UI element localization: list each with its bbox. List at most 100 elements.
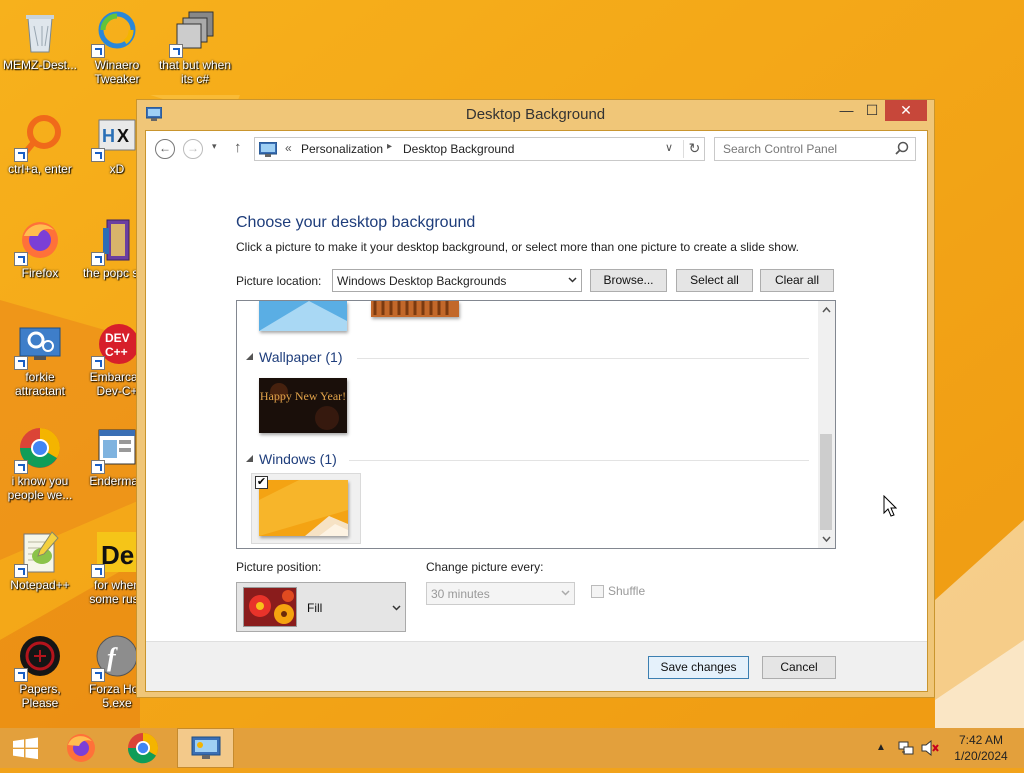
cancel-button[interactable]: Cancel: [762, 656, 836, 679]
wallpaper-thumbnail-happy-new-year[interactable]: Happy New Year!: [259, 378, 347, 433]
chrome-icon: [14, 424, 64, 474]
picture-position-label: Picture position:: [236, 560, 322, 574]
breadcrumb-desktop-background[interactable]: Desktop Background: [403, 142, 514, 156]
group-divider: [357, 358, 809, 359]
desktop-icon-papers-please[interactable]: Papers, Please: [2, 632, 78, 710]
desktop-icon-ctrl-a[interactable]: ctrl+a, enter: [2, 112, 78, 176]
minimize-button[interactable]: —: [834, 100, 859, 121]
position-preview-image: [243, 587, 297, 627]
chevron-down-icon: [561, 590, 570, 596]
desktop-icon-label: MEMZ-Dest...: [3, 58, 77, 72]
search-input[interactable]: Search Control Panel: [714, 137, 916, 161]
picture-position-select[interactable]: Fill: [236, 582, 406, 632]
group-title-windows[interactable]: Windows (1): [259, 451, 337, 467]
desktop-icon-notepadpp[interactable]: Notepad++: [2, 528, 78, 592]
taskbar-chrome[interactable]: [120, 728, 166, 768]
desktop-icon-forkie[interactable]: forkie attractant: [2, 320, 78, 398]
papers-please-icon: [14, 632, 64, 682]
save-changes-button[interactable]: Save changes: [648, 656, 749, 679]
desktop-background-window: Desktop Background — ☐ ✕ ← → ▾ ↑ « Perso…: [136, 99, 935, 698]
devcpp-icon: DEV C++: [91, 320, 141, 370]
breadcrumb-personalization[interactable]: Personalization: [301, 142, 383, 156]
desktop-icon-label: i know you people we...: [7, 474, 73, 502]
thumbnail-text: Happy New Year!: [259, 389, 347, 403]
group-collapse-icon[interactable]: [246, 455, 254, 463]
shortcut-arrow-icon: [91, 356, 105, 370]
firefox-icon: [14, 216, 64, 266]
scroll-thumb[interactable]: [820, 434, 832, 530]
taskbar-control-panel[interactable]: [177, 728, 234, 768]
wallpaper-thumbnail-partial[interactable]: [371, 301, 459, 317]
desktop-icon-label: Winaero Tweaker: [94, 58, 140, 86]
address-overflow-chevron[interactable]: «: [285, 141, 292, 155]
picture-position-value: Fill: [307, 601, 323, 615]
desktop-icon-firefox[interactable]: Firefox: [2, 216, 78, 280]
browse-button[interactable]: Browse...: [590, 269, 667, 292]
volume-muted-icon[interactable]: [921, 740, 939, 756]
change-interval-select[interactable]: 30 minutes: [426, 582, 575, 605]
shortcut-arrow-icon: [91, 148, 105, 162]
shortcut-arrow-icon: [14, 460, 28, 474]
hxd-icon: HX: [91, 112, 141, 162]
winrar-book-icon: [91, 216, 141, 266]
navigation-bar: ← → ▾ ↑ « Personalization ▸ Desktop Back…: [146, 131, 927, 167]
address-bar[interactable]: « Personalization ▸ Desktop Background ∨…: [254, 137, 705, 161]
window-app-icon: [91, 424, 141, 474]
start-button[interactable]: [0, 728, 50, 768]
desktop-icon-memz[interactable]: MEMZ-Dest...: [2, 8, 78, 72]
mouse-cursor-icon: [883, 495, 897, 517]
shuffle-checkbox[interactable]: [591, 585, 604, 598]
group-divider: [349, 460, 809, 461]
taskbar: ▲ 7:42 AM 1/20/2024: [0, 728, 1024, 768]
refresh-button[interactable]: ↻: [683, 140, 705, 158]
shortcut-arrow-icon: [14, 564, 28, 578]
shortcut-arrow-icon: [91, 668, 105, 682]
picture-list-scrollbar[interactable]: [818, 301, 835, 548]
picture-list[interactable]: Wallpaper (1) Happy New Year! Windows (1…: [236, 300, 836, 549]
wallpaper-thumbnail-windows[interactable]: [259, 480, 348, 536]
picture-location-select[interactable]: Windows Desktop Backgrounds: [332, 269, 582, 292]
desktop-icon-that-but-when[interactable]: that but when its c#: [157, 8, 233, 86]
recent-locations-button[interactable]: ▾: [212, 141, 217, 152]
address-dropdown-icon[interactable]: ∨: [665, 141, 673, 154]
select-all-button[interactable]: Select all: [676, 269, 753, 292]
taskbar-firefox[interactable]: [58, 728, 104, 768]
page-heading: Choose your desktop background: [236, 214, 476, 231]
forward-button[interactable]: →: [183, 139, 203, 159]
picture-location-label: Picture location:: [236, 274, 322, 288]
control-panel-icon: [259, 142, 277, 157]
shortcut-arrow-icon: [91, 564, 105, 578]
desktop-icon-label: forkie attractant: [14, 370, 66, 398]
close-button[interactable]: ✕: [885, 100, 927, 121]
winaero-icon: [91, 8, 141, 58]
scroll-down-icon[interactable]: [822, 536, 831, 543]
desktop-icon-chrome[interactable]: i know you people we...: [2, 424, 78, 502]
breadcrumb-separator-icon[interactable]: ▸: [387, 141, 392, 152]
window-content: ← → ▾ ↑ « Personalization ▸ Desktop Back…: [145, 130, 928, 692]
shortcut-arrow-icon: [91, 460, 105, 474]
start-icon: [13, 737, 38, 760]
system-clock[interactable]: 7:42 AM 1/20/2024: [946, 732, 1016, 764]
search-icon[interactable]: [895, 141, 909, 155]
group-title-wallpaper[interactable]: Wallpaper (1): [259, 349, 343, 365]
maximize-button[interactable]: ☐: [859, 100, 885, 121]
control-panel-icon: [191, 736, 221, 759]
scroll-up-icon[interactable]: [822, 306, 831, 313]
wallpaper-thumbnail-partial[interactable]: [259, 301, 347, 331]
up-button[interactable]: ↑: [234, 139, 242, 156]
de-icon: De: [91, 528, 141, 578]
desktop-icon-winaero[interactable]: Winaero Tweaker: [79, 8, 155, 86]
shortcut-arrow-icon: [169, 44, 183, 58]
group-collapse-icon[interactable]: [246, 353, 254, 361]
notepadpp-icon: [14, 528, 64, 578]
stacked-windows-icon: [169, 8, 219, 58]
network-icon[interactable]: [898, 740, 914, 756]
title-bar[interactable]: Desktop Background — ☐ ✕: [137, 100, 934, 130]
shortcut-arrow-icon: [91, 44, 105, 58]
shortcut-arrow-icon: [14, 148, 28, 162]
show-hidden-icons-button[interactable]: ▲: [876, 742, 886, 753]
flash-icon: f: [91, 632, 141, 682]
thumbnail-checkbox[interactable]: ✔: [255, 476, 268, 489]
clear-all-button[interactable]: Clear all: [760, 269, 834, 292]
back-button[interactable]: ←: [155, 139, 175, 159]
